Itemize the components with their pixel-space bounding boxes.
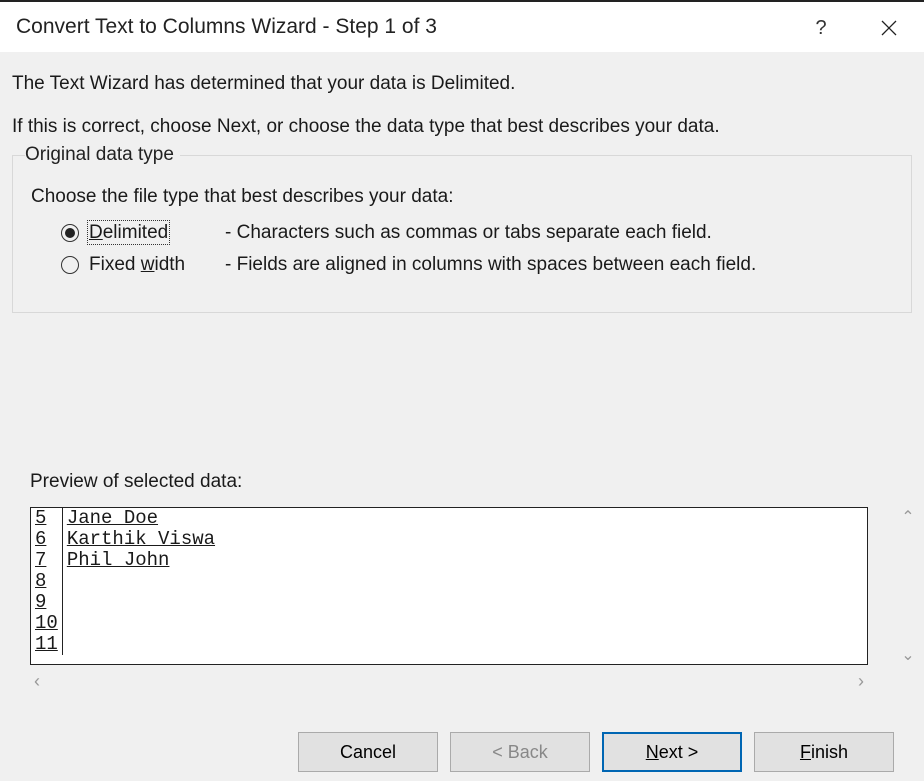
radio-icon <box>61 224 79 242</box>
horizontal-scrollbar[interactable]: ‹ › <box>30 671 868 692</box>
preview-row: 6Karthik Viswa <box>31 529 219 550</box>
fieldset-prompt: Choose the file type that best describes… <box>31 186 893 208</box>
radio-fixed-width[interactable]: Fixed width - Fields are aligned in colu… <box>61 254 893 276</box>
titlebar: Convert Text to Columns Wizard - Step 1 … <box>0 0 924 52</box>
preview-box: 5Jane Doe 6Karthik Viswa 7Phil John 8 9 … <box>30 507 868 665</box>
preview-row: 11 <box>31 634 219 655</box>
scroll-up-icon[interactable]: ⌃ <box>901 507 914 527</box>
dialog-title: Convert Text to Columns Wizard - Step 1 … <box>16 15 437 39</box>
preview-row: 10 <box>31 613 219 634</box>
vertical-scrollbar[interactable]: ⌃ ⌄ <box>894 507 922 665</box>
original-data-type-group: Original data type Choose the file type … <box>12 155 912 313</box>
preview-table: 5Jane Doe 6Karthik Viswa 7Phil John 8 9 … <box>31 508 219 655</box>
button-row: Cancel < Back Next > Finish <box>12 692 912 772</box>
scroll-left-icon[interactable]: ‹ <box>34 671 40 692</box>
radio-icon <box>61 256 79 274</box>
radio-delimited[interactable]: Delimited - Characters such as commas or… <box>61 222 893 244</box>
scroll-right-icon[interactable]: › <box>858 671 864 692</box>
radio-desc-delimited: - Characters such as commas or tabs sepa… <box>225 222 712 244</box>
cancel-button[interactable]: Cancel <box>298 732 438 772</box>
help-icon[interactable]: ? <box>796 2 846 54</box>
preview-row: 7Phil John <box>31 550 219 571</box>
radio-label-delimited: Delimited <box>89 222 168 243</box>
preview-area: 5Jane Doe 6Karthik Viswa 7Phil John 8 9 … <box>30 507 894 692</box>
radio-desc-fixed-width: - Fields are aligned in columns with spa… <box>225 254 756 276</box>
preview-row: 8 <box>31 571 219 592</box>
dialog-content: The Text Wizard has determined that your… <box>0 52 924 772</box>
back-button[interactable]: < Back <box>450 732 590 772</box>
preview-row: 5Jane Doe <box>31 508 219 529</box>
fieldset-legend: Original data type <box>25 144 180 166</box>
preview-row: 9 <box>31 592 219 613</box>
finish-button[interactable]: Finish <box>754 732 894 772</box>
intro-line2: If this is correct, choose Next, or choo… <box>12 113 912 142</box>
scroll-down-icon[interactable]: ⌄ <box>901 645 914 665</box>
radio-label-fixed-width: Fixed width <box>89 254 185 275</box>
preview-label: Preview of selected data: <box>30 471 912 493</box>
intro-text: The Text Wizard has determined that your… <box>12 70 912 141</box>
close-icon[interactable] <box>864 2 914 54</box>
next-button[interactable]: Next > <box>602 732 742 772</box>
intro-line1: The Text Wizard has determined that your… <box>12 70 912 99</box>
